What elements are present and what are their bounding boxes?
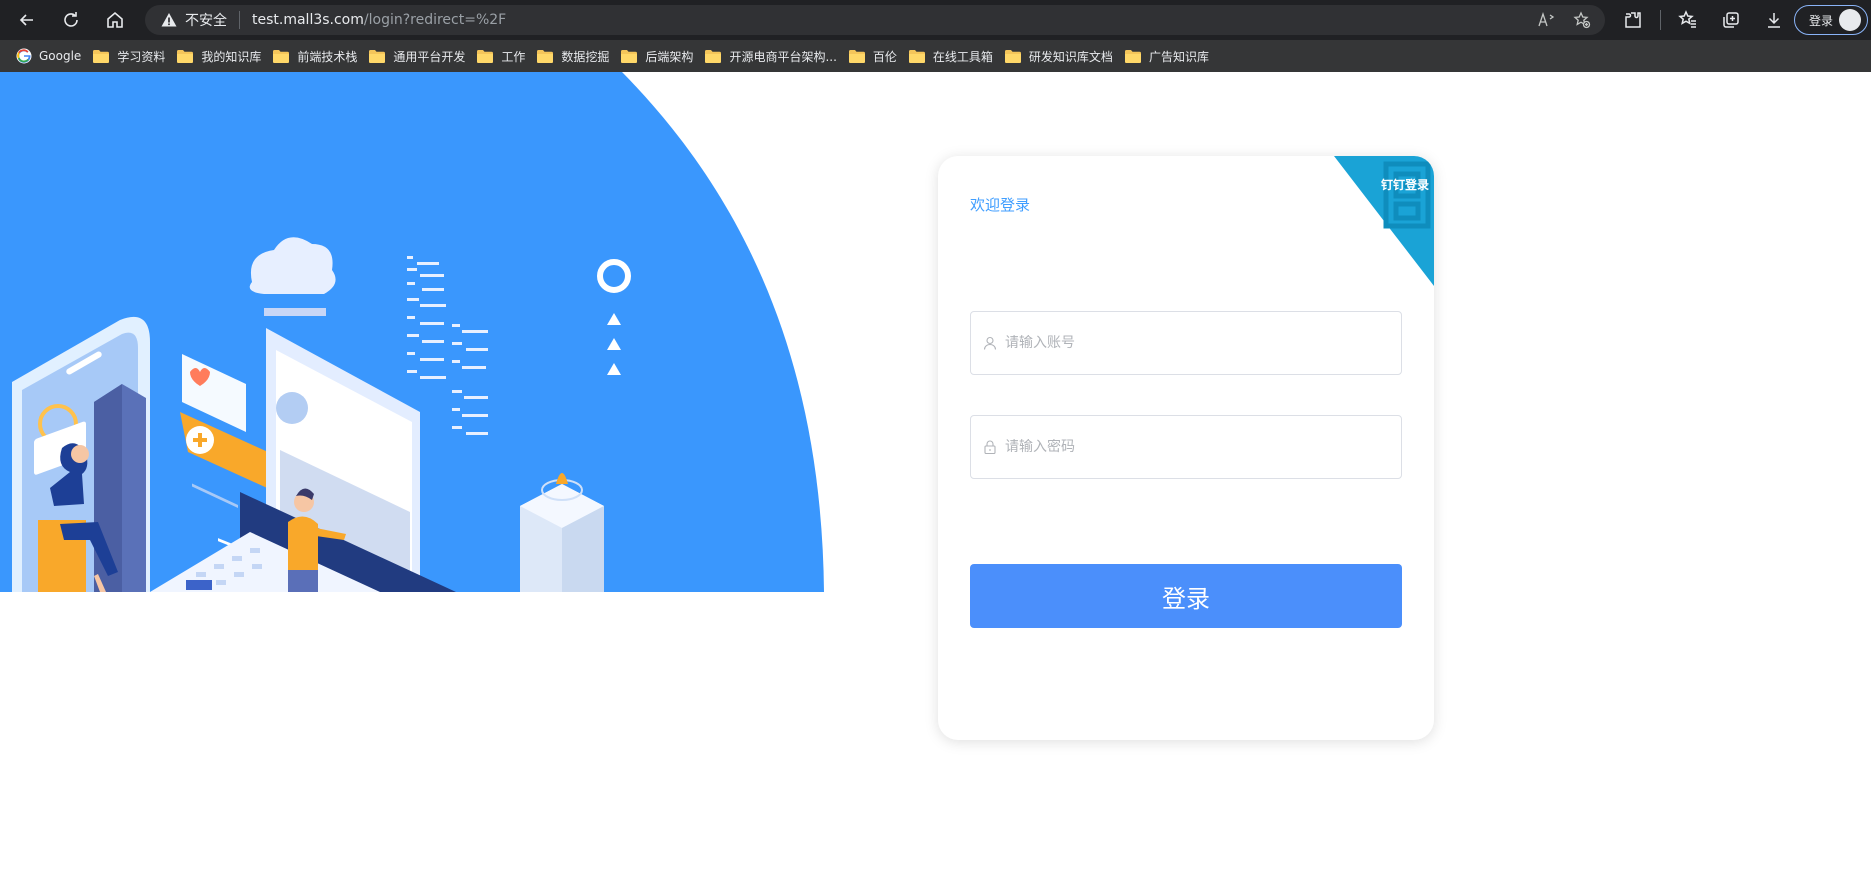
- folder-icon: [369, 49, 386, 63]
- bookmark-label: 工作: [501, 49, 526, 64]
- dingtalk-login-toggle[interactable]: 钉钉登录: [1334, 156, 1434, 286]
- profile-sign-in-button[interactable]: 登录: [1794, 5, 1868, 35]
- add-favorite-icon[interactable]: [1571, 10, 1593, 30]
- folder-icon: [848, 49, 865, 63]
- bookmark-label: 后端架构: [645, 49, 694, 64]
- folder-icon: [93, 49, 110, 63]
- address-bar[interactable]: 不安全 test.mall3s.com/login?redirect=%2F: [145, 5, 1605, 35]
- bookmark-label: 我的知识库: [201, 49, 262, 64]
- isometric-tech-illustration: [0, 72, 824, 592]
- bookmark-folder[interactable]: 工作: [473, 42, 533, 70]
- bookmark-label: 学习资料: [117, 49, 166, 64]
- bookmark-label: Google: [39, 49, 82, 63]
- profile-label: 登录: [1809, 13, 1834, 28]
- bookmark-label: 通用平台开发: [393, 49, 466, 64]
- dingtalk-login-label: 钉钉登录: [1380, 178, 1429, 192]
- login-card: 欢迎登录 钉钉登录 登录: [938, 156, 1434, 740]
- folder-icon: [537, 49, 554, 63]
- toolbar-divider: [1660, 10, 1661, 30]
- back-icon[interactable]: [7, 0, 47, 40]
- insecure-label[interactable]: 不安全: [185, 10, 227, 30]
- favorites-icon[interactable]: [1672, 4, 1704, 36]
- password-input[interactable]: [1005, 439, 1385, 455]
- login-page: 欢迎登录 钉钉登录 登录: [0, 72, 1871, 890]
- bookmark-label: 数据挖掘: [561, 49, 610, 64]
- avatar: [1839, 9, 1862, 31]
- folder-icon: [177, 49, 194, 63]
- user-icon: [983, 336, 997, 350]
- bookmark-label: 开源电商平台架构...: [729, 49, 837, 64]
- bookmark-folder[interactable]: 研发知识库文档: [1001, 42, 1121, 70]
- folder-icon: [273, 49, 290, 63]
- bookmark-folder[interactable]: 数据挖掘: [533, 42, 617, 70]
- bookmark-label: 研发知识库文档: [1028, 49, 1113, 64]
- google-icon: [16, 48, 32, 64]
- bookmark-folder[interactable]: 百伦: [845, 42, 905, 70]
- folder-icon: [1124, 49, 1141, 63]
- folder-icon: [621, 49, 638, 63]
- folder-icon: [477, 49, 494, 63]
- read-aloud-icon[interactable]: [1535, 10, 1557, 30]
- refresh-icon[interactable]: [51, 0, 91, 40]
- bookmark-folder[interactable]: 前端技术栈: [269, 42, 365, 70]
- folder-icon: [1004, 49, 1021, 63]
- home-icon[interactable]: [95, 0, 135, 40]
- bookmarks-bar: Google 学习资料 我的知识库 前端技术栈 通用平台开发 工作 数据挖掘 后端架构 开源电…: [0, 40, 1871, 72]
- bookmark-folder[interactable]: 广告知识库: [1121, 42, 1217, 70]
- bookmark-folder[interactable]: 开源电商平台架构...: [701, 42, 844, 70]
- browser-toolbar: 不安全 test.mall3s.com/login?redirect=%2F 登…: [0, 0, 1871, 40]
- lock-icon: [984, 440, 996, 454]
- bookmark-label: 在线工具箱: [932, 49, 993, 64]
- omnibox-divider: [239, 11, 240, 29]
- login-button[interactable]: 登录: [970, 564, 1402, 628]
- warning-icon: [161, 13, 177, 27]
- bookmark-folder[interactable]: 通用平台开发: [365, 42, 473, 70]
- bookmark-google[interactable]: Google: [12, 42, 89, 70]
- bookmark-folder[interactable]: 我的知识库: [173, 42, 269, 70]
- password-field[interactable]: [970, 415, 1402, 479]
- url-path: /login?redirect=%2F: [363, 12, 507, 28]
- bookmark-label: 前端技术栈: [297, 49, 358, 64]
- url-host: test.mall3s.com: [252, 12, 364, 28]
- folder-icon: [908, 49, 925, 63]
- bookmark-folder[interactable]: 学习资料: [89, 42, 173, 70]
- username-input[interactable]: [1005, 335, 1385, 351]
- extensions-icon[interactable]: [1617, 4, 1649, 36]
- download-icon[interactable]: [1758, 4, 1790, 36]
- welcome-title: 欢迎登录: [970, 196, 1031, 214]
- bookmark-label: 百伦: [872, 49, 897, 64]
- collections-icon[interactable]: [1715, 4, 1747, 36]
- folder-icon: [705, 49, 722, 63]
- hero-illustration: [0, 72, 824, 592]
- bookmark-folder[interactable]: 后端架构: [617, 42, 701, 70]
- bookmark-label: 广告知识库: [1148, 49, 1209, 64]
- bookmark-folder[interactable]: 在线工具箱: [905, 42, 1001, 70]
- username-field[interactable]: [970, 311, 1402, 375]
